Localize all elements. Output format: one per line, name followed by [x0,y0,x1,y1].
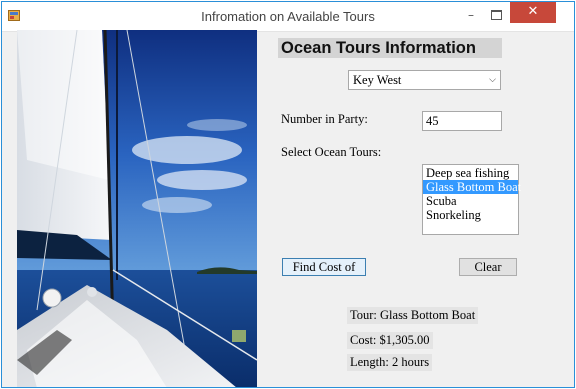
tour-result: Tour: Glass Bottom Boat [347,307,479,324]
sailboat-photo [17,30,257,387]
list-item[interactable]: Glass Bottom Boat [423,180,521,194]
title-bar[interactable]: Infromation on Available Tours – ✕ [2,2,574,32]
close-button[interactable]: ✕ [510,2,556,23]
location-select[interactable]: Key West ⌵ [348,70,501,90]
chevron-down-icon[interactable]: ⌵ [489,71,496,89]
clear-button[interactable]: Clear [459,258,517,276]
tours-label: Select Ocean Tours: [281,145,382,159]
party-label: Number in Party: [281,112,368,126]
length-result: Length: 2 hours [347,354,433,371]
party-input[interactable]: 45 [422,111,502,131]
minimize-button[interactable]: – [458,6,484,24]
list-item[interactable]: Scuba [423,194,518,208]
cost-result: Cost: $1,305.00 [347,332,433,349]
app-window: Infromation on Available Tours – ✕ Ocean… [1,1,575,388]
list-item[interactable]: Deep sea fishing [423,166,518,180]
page-title: Ocean Tours Information [278,38,502,58]
location-select-value: Key West [353,73,402,87]
tours-listbox[interactable]: Deep sea fishing Glass Bottom Boat Scuba… [422,164,521,235]
maximize-button[interactable] [483,6,509,24]
list-item[interactable]: Snorkeling [423,208,518,222]
find-cost-button[interactable]: Find Cost of [282,258,366,276]
